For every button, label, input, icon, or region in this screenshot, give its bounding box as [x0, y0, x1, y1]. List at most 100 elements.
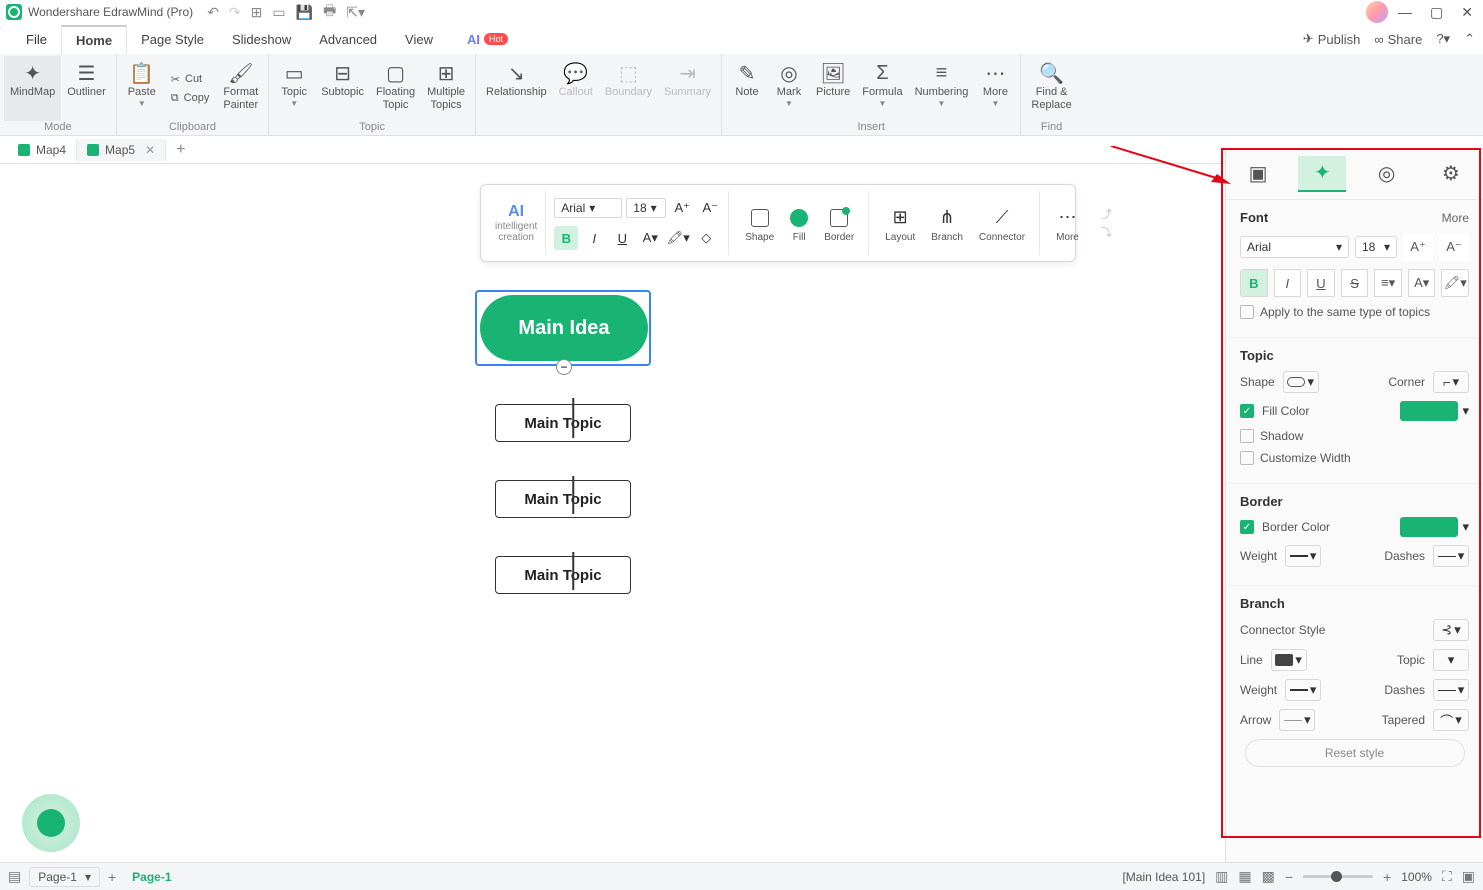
- ft-font-increase[interactable]: A⁺: [670, 196, 694, 220]
- mindmap-mode-button[interactable]: ✦MindMap: [4, 56, 61, 121]
- find-replace-button[interactable]: 🔍Find & Replace: [1025, 56, 1077, 121]
- redo-icon[interactable]: ↷: [229, 4, 241, 21]
- ft-pin-icon[interactable]: ⤴: [1101, 206, 1112, 222]
- open-icon[interactable]: ▭: [272, 4, 285, 21]
- menu-tab-page-style[interactable]: Page Style: [127, 26, 218, 53]
- outline-toggle-icon[interactable]: ▤: [8, 868, 21, 885]
- boundary-button[interactable]: ⬚Boundary: [599, 56, 658, 121]
- ft-more[interactable]: ⋯More: [1050, 204, 1085, 243]
- rp-tab-location[interactable]: ◎: [1363, 156, 1411, 192]
- format-painter-button[interactable]: 🖌Format Painter: [217, 56, 264, 121]
- font-decrease[interactable]: A⁻: [1439, 233, 1469, 261]
- paste-button[interactable]: 📋Paste▼: [121, 56, 163, 121]
- highlight-button[interactable]: 🖍▾: [1441, 269, 1469, 297]
- outliner-mode-button[interactable]: ☰Outliner: [61, 56, 112, 121]
- rp-tab-page[interactable]: ▣: [1234, 156, 1282, 192]
- view-mode-3-icon[interactable]: ▩: [1262, 868, 1275, 885]
- main-node-selected[interactable]: Main Idea −: [475, 290, 651, 366]
- ft-font-color[interactable]: A▾: [638, 226, 662, 250]
- view-mode-2-icon[interactable]: ▦: [1238, 868, 1251, 885]
- chevron-down-icon[interactable]: ▾: [1462, 403, 1469, 419]
- copy-button[interactable]: ⧉Copy: [169, 90, 212, 107]
- collapse-ribbon-icon[interactable]: ⌃: [1464, 31, 1475, 47]
- main-idea-node[interactable]: Main Idea −: [480, 295, 648, 361]
- font-size-select[interactable]: 18▾: [1355, 236, 1397, 258]
- summary-button[interactable]: ⇥Summary: [658, 56, 717, 121]
- ft-branch[interactable]: ⋔Branch: [925, 204, 969, 243]
- fill-color-checkbox[interactable]: ✓: [1240, 404, 1254, 418]
- doc-tab-map4[interactable]: Map4: [8, 139, 77, 161]
- italic-button[interactable]: I: [1274, 269, 1302, 297]
- menu-tab-slideshow[interactable]: Slideshow: [218, 26, 305, 53]
- border-dashes-select[interactable]: ▾: [1433, 545, 1469, 567]
- cut-button[interactable]: ✂Cut: [169, 71, 212, 88]
- undo-icon[interactable]: ↶: [207, 4, 219, 21]
- fullscreen-icon[interactable]: ⛶: [1442, 868, 1452, 885]
- underline-button[interactable]: U: [1307, 269, 1335, 297]
- branch-weight-select[interactable]: ▾: [1285, 679, 1321, 701]
- ft-connector[interactable]: ⟋Connector: [973, 204, 1031, 243]
- shadow-checkbox[interactable]: [1240, 429, 1254, 443]
- line-color-select[interactable]: ▾: [1271, 649, 1307, 671]
- menu-file[interactable]: File: [12, 26, 61, 53]
- menu-tab-home[interactable]: Home: [61, 25, 127, 54]
- ft-font-decrease[interactable]: A⁻: [698, 196, 722, 220]
- export-icon[interactable]: ⇱▾: [346, 4, 365, 21]
- active-page-label[interactable]: Page-1: [124, 870, 179, 884]
- ft-border[interactable]: Border: [818, 204, 860, 243]
- close-tab-icon[interactable]: ✕: [145, 143, 155, 157]
- fit-icon[interactable]: ▣: [1462, 868, 1475, 885]
- ft-drag-icon[interactable]: ⤵: [1101, 224, 1112, 240]
- ft-font-family[interactable]: Arial▾: [554, 198, 622, 218]
- close-icon[interactable]: ✕: [1461, 4, 1473, 21]
- page-selector[interactable]: Page-1▾: [29, 867, 100, 887]
- sub-topic-node[interactable]: Main Topic: [495, 404, 631, 442]
- numbering-button[interactable]: ≡Numbering▼: [909, 56, 975, 121]
- user-avatar[interactable]: [1366, 1, 1388, 23]
- mark-button[interactable]: ◎Mark▼: [768, 56, 810, 121]
- sub-topic-node[interactable]: Main Topic: [495, 480, 631, 518]
- apply-same-checkbox[interactable]: [1240, 305, 1254, 319]
- add-page-icon[interactable]: +: [108, 869, 116, 885]
- ft-font-size[interactable]: 18▾: [626, 198, 666, 218]
- border-weight-select[interactable]: ▾: [1285, 545, 1321, 567]
- print-icon[interactable]: 🖶: [323, 0, 336, 24]
- shape-select[interactable]: ▾: [1283, 371, 1319, 393]
- minimize-icon[interactable]: —: [1398, 4, 1412, 20]
- help-button[interactable]: ?▾: [1436, 31, 1450, 47]
- zoom-level[interactable]: 100%: [1401, 870, 1432, 884]
- font-color-button[interactable]: A▾: [1408, 269, 1436, 297]
- menu-tab-advanced[interactable]: Advanced: [305, 26, 391, 53]
- border-color-checkbox[interactable]: ✓: [1240, 520, 1254, 534]
- ft-underline[interactable]: U: [610, 226, 634, 250]
- relationship-button[interactable]: ↘Relationship: [480, 56, 553, 121]
- corner-select[interactable]: ⌐▾: [1433, 371, 1469, 393]
- font-family-select[interactable]: Arial▾: [1240, 236, 1349, 258]
- tapered-select[interactable]: ⌒▾: [1433, 709, 1469, 731]
- insert-more-button[interactable]: ⋯More▼: [974, 56, 1016, 121]
- connector-style-select[interactable]: ⊰▾: [1433, 619, 1469, 641]
- add-tab-button[interactable]: +: [166, 137, 195, 163]
- ft-shape[interactable]: Shape: [739, 204, 780, 243]
- save-icon[interactable]: 💾: [296, 4, 313, 21]
- note-button[interactable]: ✎Note: [726, 56, 768, 121]
- strike-button[interactable]: S: [1341, 269, 1369, 297]
- floating-topic-button[interactable]: ▢Floating Topic: [370, 56, 421, 121]
- view-mode-1-icon[interactable]: ▥: [1215, 868, 1228, 885]
- border-color-swatch[interactable]: [1400, 517, 1458, 537]
- ft-layout[interactable]: ⊞Layout: [879, 204, 921, 243]
- collapse-toggle[interactable]: −: [556, 359, 572, 375]
- arrow-select[interactable]: ▾: [1279, 709, 1315, 731]
- menu-ai[interactable]: AI Hot: [467, 32, 508, 47]
- doc-tab-map5[interactable]: Map5✕: [77, 139, 166, 161]
- branch-topic-select[interactable]: ▾: [1433, 649, 1469, 671]
- font-increase[interactable]: A⁺: [1403, 233, 1433, 261]
- bold-button[interactable]: B: [1240, 269, 1268, 297]
- custom-width-checkbox[interactable]: [1240, 451, 1254, 465]
- share-button[interactable]: ∞Share: [1374, 32, 1422, 47]
- ft-ai-group[interactable]: AI intelligent creation: [487, 191, 546, 255]
- formula-button[interactable]: ΣFormula▼: [856, 56, 908, 121]
- ft-italic[interactable]: I: [582, 226, 606, 250]
- align-button[interactable]: ≡▾: [1374, 269, 1402, 297]
- rp-tab-settings[interactable]: ⚙: [1427, 156, 1475, 192]
